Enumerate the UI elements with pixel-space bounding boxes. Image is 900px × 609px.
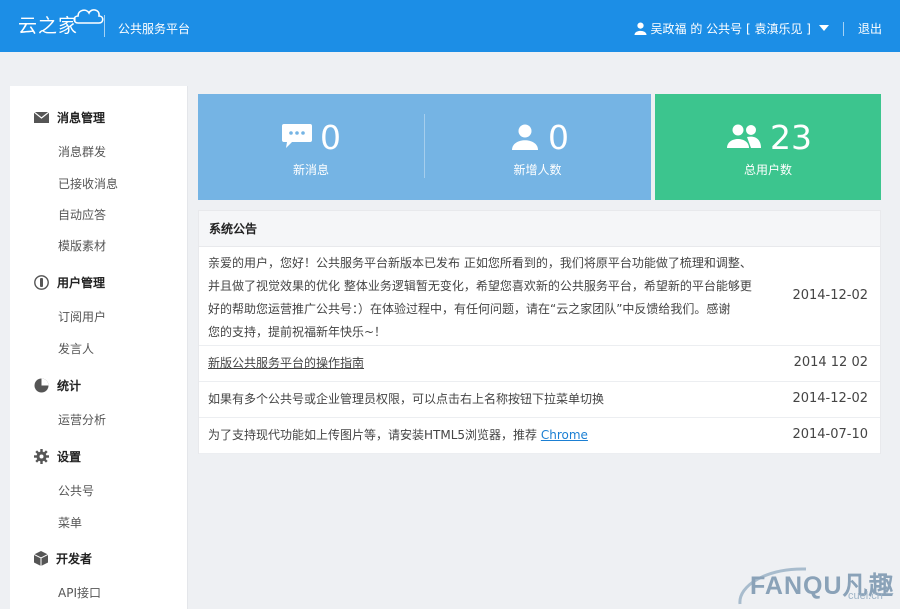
sidebar-item-public-account[interactable]: 公共号 (58, 482, 94, 499)
announcement-text: 亲爱的用户，您好！公共服务平台新版本已发布 正如您所看到的，我们将原平台功能做了… (208, 252, 752, 344)
sidebar-section-developer[interactable]: 开发者 (34, 550, 92, 567)
logo-separator (104, 15, 105, 37)
sidebar-item-broadcast[interactable]: 消息群发 (58, 143, 106, 160)
sidebar-section-users[interactable]: 用户管理 (34, 274, 105, 291)
announcement-text: 如果有多个公共号或企业管理员权限，可以点击右上名称按钮下拉菜单切换 (208, 392, 605, 406)
logo[interactable]: 云之家 (18, 9, 104, 38)
announcement-text-part: 为了支持现代功能如上传图片等，请安装HTML5浏览器，推荐 (208, 428, 538, 442)
account-switcher[interactable]: 吴政福 的 公共号 [ 袁滇乐见 ] (651, 20, 811, 37)
watermark-url: cuel.cn (848, 590, 883, 602)
user-menu: 吴政福 的 公共号 [ 袁滇乐见 ] 退出 (634, 20, 882, 37)
envelope-icon (34, 112, 49, 123)
announcement-date: 2014-12-02 (792, 391, 868, 406)
chrome-link[interactable]: Chrome (541, 428, 588, 442)
announcement-line: 好的帮助您运营推广公共号：）在体验过程中，有任何问题，请在“云之家团队”中反馈给… (208, 302, 731, 316)
sidebar-item-api[interactable]: API接口 (58, 584, 101, 601)
announcement-line: 亲爱的用户，您好！公共服务平台新版本已发布 正如您所看到的，我们将原平台功能做了… (208, 256, 752, 270)
sidebar-item-speakers[interactable]: 发言人 (58, 340, 94, 357)
sidebar-section-stats[interactable]: 统计 (34, 377, 81, 394)
announcement-date: 2014 12 02 (793, 355, 868, 370)
sidebar-section-label: 消息管理 (57, 111, 106, 125)
sidebar-section-label: 用户管理 (57, 276, 106, 290)
stats-panel: 0 新消息 0 新增人数 23 总用户数 (198, 94, 881, 200)
watermark: FANQU凡趣 cuel.cn (736, 566, 900, 606)
stat-value: 0 (320, 118, 341, 157)
user-circle-icon (34, 275, 49, 290)
stat-value: 23 (770, 118, 812, 157)
sidebar: 消息管理 消息群发 已接收消息 自动应答 模版素材 用户管理 订阅用户 发言人 … (10, 86, 188, 609)
stat-new-users[interactable]: 0 新增人数 (424, 94, 651, 200)
announcement-line: 您的支持，提前祝福新年快乐~！ (208, 325, 387, 339)
gear-icon (34, 449, 49, 464)
stat-value: 0 (548, 118, 569, 157)
stat-new-messages[interactable]: 0 新消息 (198, 94, 424, 200)
announcement-row: 亲爱的用户，您好！公共服务平台新版本已发布 正如您所看到的，我们将原平台功能做了… (199, 248, 880, 346)
cube-icon (34, 551, 48, 566)
sidebar-section-messages[interactable]: 消息管理 (34, 109, 105, 126)
chat-bubble-icon (282, 124, 312, 148)
announcement-row: 如果有多个公共号或企业管理员权限，可以点击右上名称按钮下拉菜单切换 2014-1… (199, 382, 880, 418)
guide-link[interactable]: 新版公共服务平台的操作指南 (208, 352, 364, 375)
announcement-text: 为了支持现代功能如上传图片等，请安装HTML5浏览器，推荐 Chrome (208, 424, 588, 447)
sidebar-section-label: 开发者 (56, 552, 93, 566)
logo-text: 云之家 (18, 15, 79, 37)
logout-link[interactable]: 退出 (858, 20, 882, 37)
cloud-icon (73, 9, 104, 24)
caret-down-icon[interactable] (818, 25, 829, 32)
sidebar-item-subscribers[interactable]: 订阅用户 (58, 308, 106, 325)
announcement-date: 2014-12-02 (792, 288, 868, 303)
announcement-panel: 系统公告 亲爱的用户，您好！公共服务平台新版本已发布 正如您所看到的，我们将原平… (198, 210, 881, 454)
sidebar-section-label: 设置 (57, 450, 82, 464)
sidebar-section-label: 统计 (57, 379, 82, 393)
top-bar: 云之家 公共服务平台 吴政福 的 公共号 [ 袁滇乐见 ] 退出 (0, 0, 900, 52)
announcement-line: 并且做了视觉效果的优化 整体业务逻辑暂无变化，希望您喜欢新的公共服务平台，希望新… (208, 279, 752, 293)
platform-title: 公共服务平台 (118, 22, 191, 36)
announcement-row: 新版公共服务平台的操作指南 2014 12 02 (199, 346, 880, 382)
sidebar-item-templates[interactable]: 模版素材 (58, 237, 106, 254)
sidebar-section-settings[interactable]: 设置 (34, 448, 81, 465)
sidebar-item-auto-reply[interactable]: 自动应答 (58, 206, 106, 223)
user-icon (634, 22, 647, 35)
announcement-row: 为了支持现代功能如上传图片等，请安装HTML5浏览器，推荐 Chrome 201… (199, 418, 880, 454)
pie-chart-icon (34, 378, 49, 393)
header-divider (842, 21, 844, 36)
sidebar-item-analytics[interactable]: 运营分析 (58, 411, 106, 428)
users-icon (727, 124, 761, 148)
stat-label: 总用户数 (743, 163, 792, 177)
user-icon (512, 124, 538, 150)
sidebar-item-received[interactable]: 已接收消息 (58, 175, 118, 192)
stat-label: 新增人数 (513, 163, 562, 177)
stat-label: 新消息 (292, 163, 329, 177)
announcement-date: 2014-07-10 (792, 427, 868, 442)
sidebar-item-menu[interactable]: 菜单 (58, 514, 82, 531)
announcement-title: 系统公告 (199, 211, 880, 247)
stat-total-users[interactable]: 23 总用户数 (655, 94, 881, 200)
